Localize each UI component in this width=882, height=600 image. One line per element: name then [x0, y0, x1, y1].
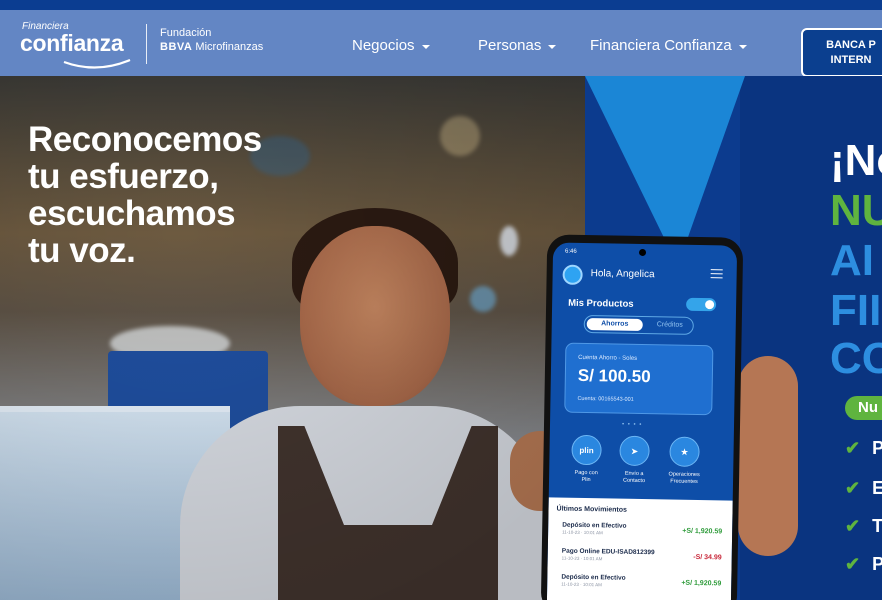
- movement-row: Depósito en Efectivo 11-10-23 · 10:01 AM…: [561, 574, 721, 590]
- carousel-dots: • • • •: [621, 421, 643, 429]
- promo-line: ¡No: [830, 136, 882, 185]
- account-number: Cuenta: 00165543-001: [577, 395, 634, 403]
- quick-action-send: ➤ Envío a Contacto: [609, 435, 660, 485]
- headline-line: tu voz.: [28, 231, 136, 270]
- checklist-item: ✔ Tr: [845, 516, 882, 537]
- greeting: Hola, Angelica: [590, 268, 655, 281]
- account-card: Cuenta Ahorro - Soles S/ 100.50 Cuenta: …: [564, 342, 714, 416]
- camera-icon: [638, 248, 647, 257]
- quick-action-label: Plin: [581, 476, 591, 484]
- chevron-down-icon: [548, 44, 557, 49]
- headline-line: tu esfuerzo,: [28, 157, 219, 196]
- check-icon: ✔: [845, 516, 861, 536]
- quick-action-plin: plin Pago con Plin: [561, 434, 612, 485]
- movements-title: Últimos Movimientos: [556, 505, 627, 514]
- checklist-label: Er: [872, 478, 882, 498]
- movement-amount: -S/ 34.99: [693, 553, 722, 562]
- navbar: Financiera confianza Fundación BBVA Micr…: [0, 10, 882, 77]
- quick-action-frequent: ★ Operaciones Frecuentes: [659, 436, 710, 486]
- quick-action-label: Frecuentes: [670, 478, 698, 485]
- hand: [738, 356, 798, 556]
- movement-amount: +S/ 1,920.59: [682, 527, 723, 536]
- nav-label: Negocios: [352, 37, 415, 54]
- checklist-item: ✔ Pl: [845, 438, 882, 459]
- phone-mockup: 6:46 Hola, Angelica Mis Productos Ahorro…: [540, 234, 744, 600]
- banca-por-internet-button[interactable]: BANCA P INTERN: [801, 28, 882, 77]
- tab-ahorros: Ahorros: [586, 318, 643, 331]
- checklist-item: ✔ Er: [845, 478, 882, 499]
- headline-line: Reconocemos: [28, 120, 262, 159]
- banca-label-line1: BANCA P: [826, 39, 876, 51]
- chevron-down-icon: [738, 44, 747, 49]
- star-icon: ★: [669, 436, 700, 468]
- quick-action-label: Pago con: [574, 469, 598, 477]
- banca-label-line2: INTERN: [830, 54, 872, 66]
- product-tabs: Ahorros Créditos: [583, 314, 694, 335]
- menu-icon: [710, 269, 723, 279]
- bbva-label: BBVA: [160, 41, 193, 53]
- microfinanzas-label: Microfinanzas: [195, 41, 264, 53]
- hero-banner[interactable]: Reconocemos tu esfuerzo, escuchamos tu v…: [0, 76, 882, 600]
- nav-negocios[interactable]: Negocios: [352, 37, 430, 54]
- quick-action-label: Envío a: [624, 470, 644, 478]
- logo-separator: [146, 24, 147, 64]
- movement-row: Depósito en Efectivo 11-10-23 · 10:01 AM…: [562, 522, 722, 538]
- logo-wordmark: confianza: [20, 30, 124, 56]
- status-time: 6:46: [564, 248, 577, 255]
- promo-line: CO: [830, 334, 882, 383]
- account-type: Cuenta Ahorro - Soles: [578, 354, 638, 362]
- send-icon: ➤: [619, 435, 650, 467]
- checklist-item: ✔ P: [845, 554, 882, 575]
- tab-creditos: Créditos: [656, 321, 683, 329]
- checklist-label: P: [872, 554, 882, 574]
- checklist-label: Pl: [872, 438, 882, 458]
- foundation-label: Fundación: [160, 27, 212, 39]
- foundation-name: BBVA Microfinanzas: [160, 41, 263, 53]
- nav-financiera-confianza[interactable]: Financiera Confianza: [590, 37, 747, 54]
- quick-action-label: Contacto: [622, 477, 646, 485]
- nav-label: Financiera Confianza: [590, 37, 732, 54]
- phone-screen: 6:46 Hola, Angelica Mis Productos Ahorro…: [546, 242, 738, 600]
- logo-swoosh-icon: [63, 58, 131, 69]
- chevron-down-icon: [421, 44, 430, 49]
- top-strip: [0, 0, 882, 10]
- promo-line: NU: [830, 186, 882, 235]
- promo-pill: Nu: [845, 396, 882, 420]
- quick-action-label: Operaciones: [668, 471, 700, 479]
- logo[interactable]: Financiera confianza Fundación BBVA Micr…: [20, 20, 280, 69]
- check-icon: ✔: [845, 478, 861, 498]
- check-icon: ✔: [845, 438, 861, 458]
- account-balance: S/ 100.50: [577, 365, 651, 387]
- movement-amount: +S/ 1,920.59: [681, 579, 722, 588]
- headline-line: escuchamos: [28, 194, 236, 233]
- nav-label: Personas: [478, 37, 542, 54]
- promo-line: AI: [830, 236, 874, 285]
- hero-headline: Reconocemos tu esfuerzo, escuchamos tu v…: [28, 121, 262, 269]
- eye-toggle-icon: [686, 297, 717, 312]
- promo-line: FII: [830, 286, 882, 335]
- avatar: [562, 264, 583, 285]
- nav-personas[interactable]: Personas: [478, 37, 557, 54]
- movement-row: Pago Online EDU-ISAD812399 11-10-23 · 10…: [562, 548, 722, 564]
- movements-list: Últimos Movimientos Depósito en Efectivo…: [546, 497, 733, 600]
- plin-icon: plin: [571, 434, 602, 466]
- checklist-label: Tr: [872, 516, 882, 536]
- products-title: Mis Productos: [568, 297, 634, 310]
- check-icon: ✔: [845, 554, 861, 574]
